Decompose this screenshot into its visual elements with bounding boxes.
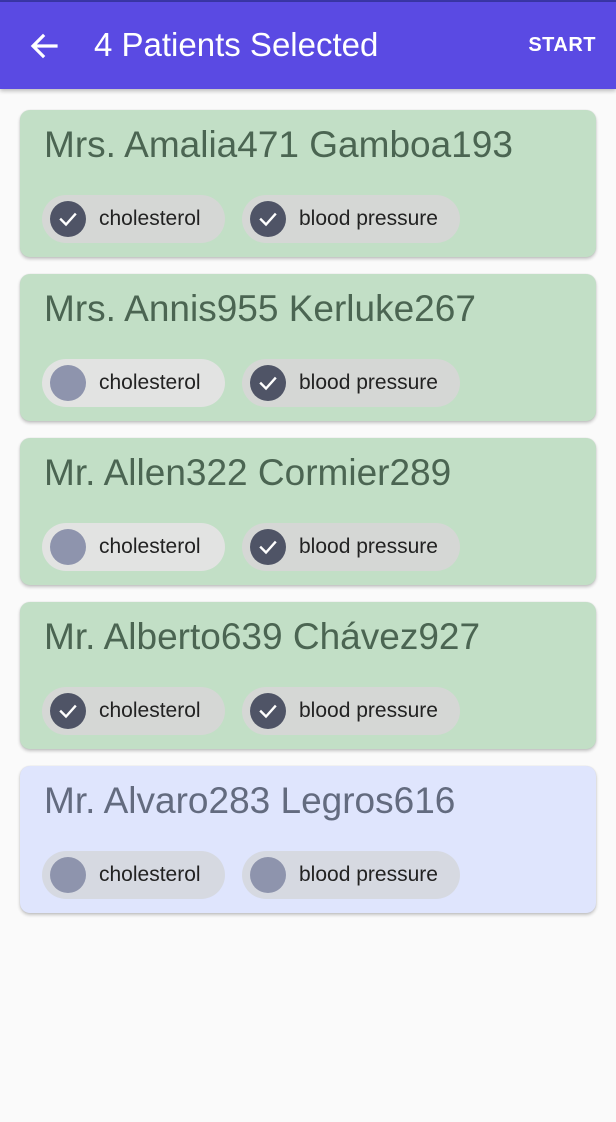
chip-label: cholesterol [99,699,201,722]
chip-check-icon [250,857,286,893]
cholesterol-chip[interactable]: cholesterol [42,851,225,899]
blood-pressure-chip[interactable]: blood pressure [242,851,460,899]
chip-check-icon [50,529,86,565]
patient-card[interactable]: Mr. Allen322 Cormier289 cholesterol bloo… [20,438,596,585]
chip-check-icon [50,201,86,237]
chip-label: cholesterol [99,535,201,558]
app-bar: 4 Patients Selected START [0,2,616,89]
patient-name: Mr. Alberto639 Chávez927 [44,616,481,657]
start-button[interactable]: START [528,34,596,57]
patient-name: Mrs. Amalia471 Gamboa193 [44,124,513,165]
cholesterol-chip[interactable]: cholesterol [42,687,225,735]
patient-name: Mr. Allen322 Cormier289 [44,452,452,493]
cholesterol-chip[interactable]: cholesterol [42,523,225,571]
chip-check-icon [250,693,286,729]
patient-card[interactable]: Mr. Alvaro283 Legros616 cholesterol bloo… [20,766,596,913]
chip-check-icon [250,365,286,401]
chip-check-icon [50,857,86,893]
blood-pressure-chip[interactable]: blood pressure [242,523,460,571]
chip-label: blood pressure [299,699,438,722]
chip-label: blood pressure [299,535,438,558]
chip-label: cholesterol [99,371,201,394]
chip-check-icon [250,201,286,237]
chip-label: blood pressure [299,207,438,230]
chip-label: blood pressure [299,371,438,394]
blood-pressure-chip[interactable]: blood pressure [242,195,460,243]
chip-check-icon [50,365,86,401]
patient-name: Mrs. Annis955 Kerluke267 [44,288,476,329]
chip-check-icon [250,529,286,565]
patient-name: Mr. Alvaro283 Legros616 [44,780,456,821]
page-title: 4 Patients Selected [94,26,379,63]
chip-label: cholesterol [99,863,201,886]
cholesterol-chip[interactable]: cholesterol [42,195,225,243]
blood-pressure-chip[interactable]: blood pressure [242,687,460,735]
blood-pressure-chip[interactable]: blood pressure [242,359,460,407]
patient-card[interactable]: Mrs. Annis955 Kerluke267 cholesterol blo… [20,274,596,421]
patient-card[interactable]: Mr. Alberto639 Chávez927 cholesterol blo… [20,602,596,749]
cholesterol-chip[interactable]: cholesterol [42,359,225,407]
patient-card[interactable]: Mrs. Amalia471 Gamboa193 cholesterol blo… [20,110,596,257]
chip-check-icon [50,693,86,729]
chip-label: cholesterol [99,207,201,230]
chip-label: blood pressure [299,863,438,886]
back-arrow-icon[interactable] [28,30,60,62]
patient-list: Mrs. Amalia471 Gamboa193 cholesterol blo… [20,110,596,930]
